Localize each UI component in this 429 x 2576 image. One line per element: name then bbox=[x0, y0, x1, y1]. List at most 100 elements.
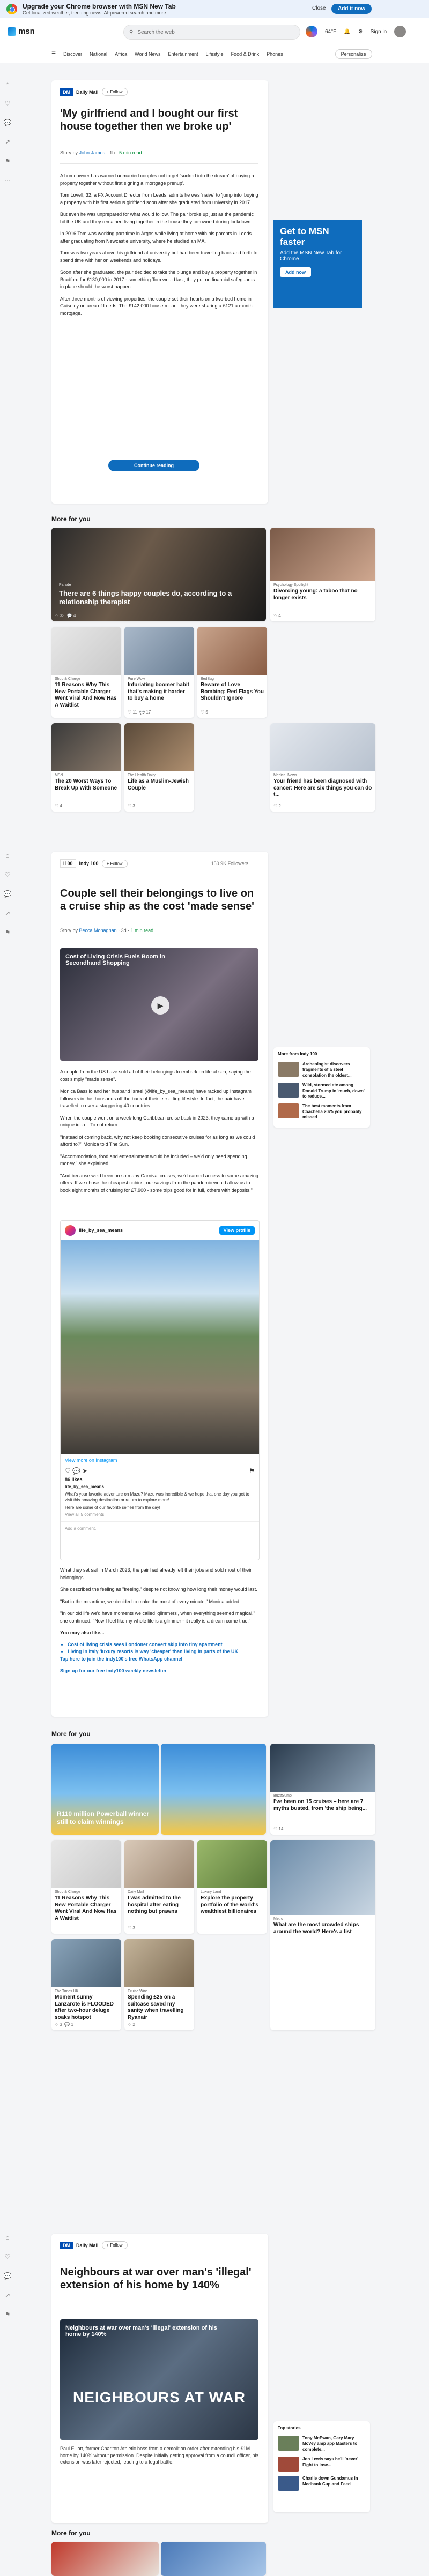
tile-title: Beware of Love Bombing: Red Flags You Sh… bbox=[201, 682, 264, 701]
comment-icon[interactable]: 💬 bbox=[4, 2272, 12, 2280]
view-profile-button[interactable]: View profile bbox=[219, 1226, 255, 1235]
nav-item-africa[interactable]: Africa bbox=[115, 51, 127, 57]
bookmark-icon[interactable]: ⚑ bbox=[5, 2311, 11, 2318]
more-options-icon[interactable]: ⋯ bbox=[4, 177, 11, 184]
feed-tile[interactable]: Medical News Your friend has been diagno… bbox=[270, 723, 375, 812]
bookmark-icon[interactable]: ⚑ bbox=[5, 929, 11, 936]
like-count: 3 bbox=[132, 803, 135, 808]
home-icon[interactable]: ⌂ bbox=[5, 80, 9, 88]
feed-tile[interactable]: MSN The 20 Worst Ways To Break Up With S… bbox=[51, 723, 121, 812]
heart-icon[interactable]: ♡ bbox=[5, 2253, 11, 2260]
panel-item[interactable]: Charlie down Gundamus in Medbank Cup and… bbox=[278, 2476, 366, 2491]
nav-item-entertainment[interactable]: Entertainment bbox=[168, 51, 198, 57]
search-input[interactable]: Search the web bbox=[137, 29, 175, 35]
nav-item-phones[interactable]: Phones bbox=[267, 51, 283, 57]
tile-actions: ♡ 3 bbox=[128, 803, 135, 808]
panel-item[interactable]: The best moments from Coachella 2025 you… bbox=[278, 1103, 366, 1120]
msn-logo[interactable]: msn bbox=[8, 27, 35, 36]
gear-icon[interactable]: ⚙ bbox=[358, 29, 363, 35]
ad-add-button[interactable]: Add now bbox=[280, 267, 311, 277]
feed-tile[interactable] bbox=[51, 2542, 159, 2576]
copilot-icon[interactable] bbox=[306, 26, 317, 37]
publisher-name[interactable]: Daily Mail bbox=[76, 89, 99, 95]
like-count: 11 bbox=[132, 710, 137, 715]
feed-tile[interactable]: Metro What are the most crowded ships ar… bbox=[270, 1840, 375, 2030]
insta-handle[interactable]: life_by_sea_means bbox=[79, 1228, 123, 1233]
banner-close-button[interactable]: Close bbox=[312, 5, 326, 11]
author-link[interactable]: Becca Monaghan bbox=[79, 928, 117, 933]
feed-tile[interactable]: Shop & Charge 11 Reasons Why This New Po… bbox=[51, 627, 121, 718]
join-channel-link[interactable]: Tap here to join the indy100's free What… bbox=[60, 1656, 260, 1663]
tile-title: Moment sunny Lanzarote is FLOODED after … bbox=[55, 1994, 114, 2021]
tile-image bbox=[51, 1840, 121, 1888]
view-more-link[interactable]: View more on Instagram bbox=[61, 1454, 259, 1466]
instagram-embed: life_by_sea_means View profile View more… bbox=[60, 1220, 260, 1560]
follow-button[interactable]: + Follow bbox=[101, 2241, 128, 2249]
nav-item-food-drink[interactable]: Food & Drink bbox=[231, 51, 260, 57]
publisher-name[interactable]: Daily Mail bbox=[76, 2243, 99, 2248]
msn-ad[interactable]: Get to MSN faster Add the MSN New Tab fo… bbox=[273, 220, 362, 308]
continue-reading-button[interactable]: Continue reading bbox=[108, 460, 199, 471]
also-like-link[interactable]: Living in Italy 'luxury resorts is way '… bbox=[68, 1649, 260, 1654]
more-icon[interactable]: ⋯ bbox=[291, 51, 295, 57]
feed-tile[interactable]: The Health Daily Life as a Muslim-Jewish… bbox=[124, 723, 194, 812]
author-link[interactable]: John James bbox=[79, 150, 106, 155]
menu-icon[interactable]: ☰ bbox=[51, 51, 56, 57]
personalize-button[interactable]: Personalize bbox=[335, 49, 372, 59]
heart-icon[interactable]: ♡ bbox=[5, 100, 11, 107]
panel-item[interactable]: Tony McEwan, Gary Mary McVey amp app Mas… bbox=[278, 2436, 366, 2452]
home-icon[interactable]: ⌂ bbox=[5, 852, 9, 859]
feed-tile[interactable]: Cruise Wire Spending £25 on a suitcase s… bbox=[124, 1939, 194, 2030]
search-box[interactable]: ⚲ Search the web bbox=[123, 25, 300, 40]
comment-icon[interactable]: 💬 bbox=[4, 890, 12, 898]
feed-tile[interactable] bbox=[161, 1744, 266, 1835]
feed-tile[interactable]: R110 million Powerball winner still to c… bbox=[51, 1744, 159, 1835]
weather-badge[interactable]: 64°F bbox=[325, 29, 336, 35]
paragraph: When the couple went on a week-long Cari… bbox=[60, 1115, 254, 1128]
nav-item-national[interactable]: National bbox=[90, 51, 107, 57]
bookmark-icon[interactable]: ⚑ bbox=[249, 1467, 255, 1475]
newsletter-link[interactable]: Sign up for our free indy100 weekly news… bbox=[60, 1668, 260, 1675]
follow-button[interactable]: + Follow bbox=[101, 859, 128, 868]
feed-tile[interactable]: BedBug Beware of Love Bombing: Red Flags… bbox=[197, 627, 267, 718]
feed-tile[interactable]: Shop & Charge 11 Reasons Why This New Po… bbox=[51, 1840, 121, 1934]
feed-tile[interactable]: BuzzSumo I've been on 15 cruises – here … bbox=[270, 1744, 375, 1835]
video-player[interactable]: Neighbours at war over man's 'illegal' e… bbox=[60, 2319, 258, 2440]
feed-tile[interactable]: Psychology Spotlight Divorcing young: a … bbox=[270, 528, 375, 621]
feed-tile[interactable]: Luxury Land Explore the property portfol… bbox=[197, 1840, 267, 1934]
share-icon[interactable]: ↗ bbox=[5, 2292, 10, 2299]
play-icon[interactable]: ▶ bbox=[151, 996, 169, 1015]
feed-tile[interactable]: Daily Mail I was admitted to the hospita… bbox=[124, 1840, 194, 1934]
nav-item-discover[interactable]: Discover bbox=[63, 51, 82, 57]
follow-button[interactable]: + Follow bbox=[101, 88, 128, 96]
panel-item[interactable]: Jon Lewis says he'll 'never' Fight to lo… bbox=[278, 2457, 366, 2472]
panel-item[interactable]: Wild, stormed ate among Donald Trump in … bbox=[278, 1083, 366, 1099]
share-icon[interactable]: ↗ bbox=[5, 138, 10, 146]
heart-icon[interactable]: ♡ bbox=[65, 1467, 71, 1475]
also-like-link[interactable]: Cost of living crisis sees Londoner conv… bbox=[68, 1642, 260, 1647]
comment-icon[interactable]: 💬 bbox=[4, 119, 12, 126]
share-icon[interactable]: ↗ bbox=[5, 910, 10, 917]
add-comment-input[interactable]: Add a comment... bbox=[61, 1521, 259, 1535]
comment-icon[interactable]: 💬 bbox=[72, 1467, 80, 1475]
sign-in-link[interactable]: Sign in bbox=[371, 29, 387, 35]
home-icon[interactable]: ⌂ bbox=[5, 2234, 9, 2241]
feed-tile[interactable] bbox=[161, 2542, 266, 2576]
nav-item-world-news[interactable]: World News bbox=[135, 51, 160, 57]
panel-item[interactable]: Archeologist discovers fragments of a st… bbox=[278, 1062, 366, 1078]
bell-icon[interactable]: 🔔 bbox=[344, 29, 350, 35]
nav-item-lifestyle[interactable]: Lifestyle bbox=[206, 51, 224, 57]
banner-add-button[interactable]: Add it now bbox=[331, 4, 372, 14]
feed-tile[interactable]: The Times UK Moment sunny Lanzarote is F… bbox=[51, 1939, 121, 2030]
like-count: 2 bbox=[132, 2022, 135, 2027]
feed-tile[interactable]: Parade There are 6 things happy couples … bbox=[51, 528, 266, 621]
avatar[interactable] bbox=[394, 26, 406, 37]
publisher-name[interactable]: Indy 100 bbox=[79, 861, 99, 866]
tile-image bbox=[124, 627, 194, 675]
video-player[interactable]: Cost of Living Crisis Fuels Boom in Seco… bbox=[60, 948, 258, 1061]
bookmark-icon[interactable]: ⚑ bbox=[5, 157, 11, 165]
share-icon[interactable]: ➤ bbox=[82, 1467, 87, 1475]
view-comments-link[interactable]: View all 5 comments bbox=[61, 1511, 259, 1518]
heart-icon[interactable]: ♡ bbox=[5, 871, 11, 878]
feed-tile[interactable]: Pure Wow Infuriating boomer habit that's… bbox=[124, 627, 194, 718]
